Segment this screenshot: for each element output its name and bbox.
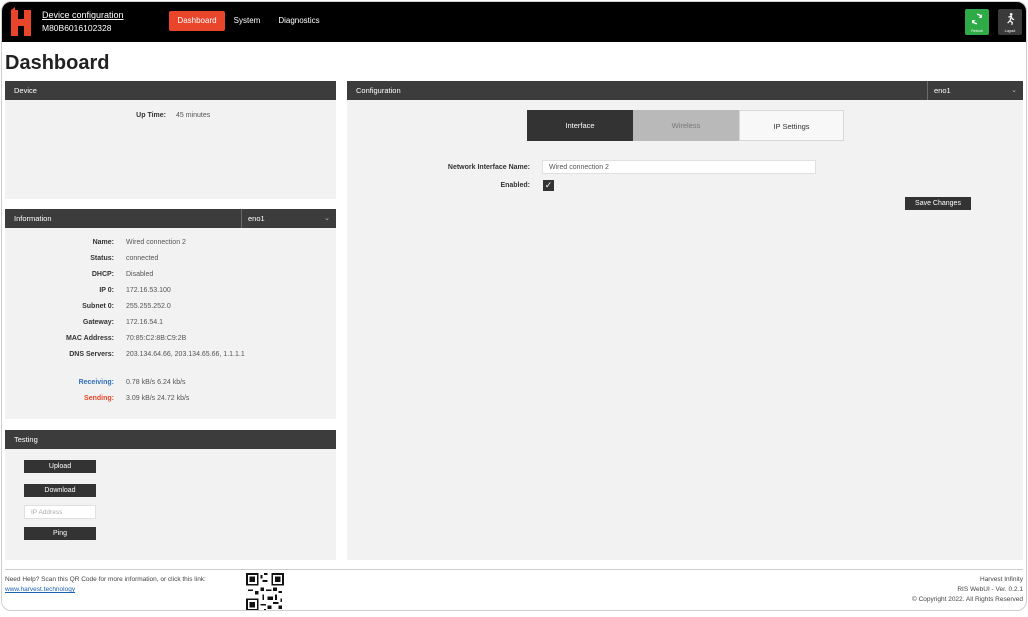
configuration-interface-value: eno1 — [934, 86, 951, 95]
info-value-gateway: 172.16.54.1 — [126, 319, 163, 326]
info-value-mac: 70:85:C2:8B:C9:2B — [126, 335, 187, 342]
tab-wireless[interactable]: Wireless — [633, 110, 739, 141]
reboot-label: Reboot — [971, 29, 983, 33]
device-serial: M80B6016102328 — [42, 23, 112, 33]
harvest-logo-icon — [11, 7, 31, 36]
nav-system[interactable]: System — [230, 11, 264, 31]
version-text: RIS WebUI - Ver. 0.2.1 — [957, 586, 1023, 593]
network-interface-name-input[interactable]: Wired connection 2 — [542, 160, 816, 174]
logout-label: Logout — [1004, 29, 1016, 33]
network-interface-name-label: Network Interface Name: — [447, 164, 530, 171]
uptime-label: Up Time: — [136, 112, 166, 119]
testing-panel-heading: Testing — [5, 430, 336, 449]
page-title: Dashboard — [5, 52, 110, 74]
information-interface-select[interactable]: eno1 ⌄ — [241, 209, 336, 228]
info-label-status: Status: — [90, 255, 114, 262]
footer-info: Harvest Infinity RIS WebUI - Ver. 0.2.1 … — [912, 575, 1023, 605]
info-value-status: connected — [126, 255, 159, 262]
logout-button[interactable]: Logout — [998, 9, 1022, 35]
checkmark-icon: ✓ — [544, 180, 553, 190]
qr-code-icon — [246, 573, 284, 610]
info-label-dns: DNS Servers: — [69, 351, 114, 358]
info-value-dhcp: Disabled — [126, 271, 154, 278]
footer-help: Need Help? Scan this QR Code for more in… — [5, 575, 206, 595]
copyright-text: © Copyright 2022. All Rights Reserved — [911, 596, 1023, 603]
chevron-down-icon: ⌄ — [1011, 87, 1017, 94]
configuration-panel: Configuration eno1 ⌄ — [347, 81, 1023, 560]
info-label-mac: MAC Address: — [66, 335, 114, 342]
configuration-panel-heading: Configuration — [347, 81, 927, 100]
receiving-label: Receiving: — [78, 379, 114, 386]
information-interface-value: eno1 — [248, 214, 265, 223]
nav-dashboard[interactable]: Dashboard — [169, 11, 225, 31]
sending-label: Sending: — [84, 395, 114, 402]
configuration-interface-select[interactable]: eno1 ⌄ — [927, 81, 1023, 100]
device-panel-heading: Device — [5, 81, 336, 100]
uptime-value: 45 minutes — [176, 112, 211, 119]
nav-diagnostics[interactable]: Diagnostics — [274, 11, 324, 31]
top-bar: Device configuration M80B6016102328 Dash… — [2, 2, 1026, 42]
info-label-ip: IP 0: — [99, 287, 114, 294]
tab-interface[interactable]: Interface — [527, 110, 633, 141]
ping-button[interactable]: Ping — [24, 527, 96, 540]
footer-divider — [5, 569, 1023, 570]
company-name: Harvest Infinity — [980, 576, 1023, 583]
help-text: Need Help? Scan this QR Code for more in… — [5, 576, 206, 583]
ip-address-input[interactable]: IP Address — [24, 505, 96, 519]
app-frame: Device configuration M80B6016102328 Dash… — [1, 1, 1027, 611]
info-value-ip: 172.16.53.100 — [126, 287, 171, 294]
info-value-dns: 203.134.64.66, 203.134.65.66, 1.1.1.1 — [126, 351, 245, 358]
info-label-subnet: Subnet 0: — [82, 303, 114, 310]
information-panel-heading: Information — [5, 209, 241, 228]
receiving-value: 0.78 kB/s 6.24 kb/s — [126, 379, 186, 386]
running-man-icon — [1007, 13, 1015, 25]
enabled-checkbox[interactable]: ✓ — [543, 180, 554, 191]
refresh-icon — [971, 13, 983, 25]
sending-value: 3.09 kB/s 24.72 kb/s — [126, 395, 190, 402]
upload-button[interactable]: Upload — [24, 460, 96, 473]
info-value-name: Wired connection 2 — [126, 239, 186, 246]
download-button[interactable]: Download — [24, 484, 96, 497]
save-changes-button[interactable]: Save Changes — [905, 197, 971, 210]
reboot-button[interactable]: Reboot — [965, 9, 989, 35]
device-configuration-link[interactable]: Device configuration — [42, 10, 124, 20]
chevron-down-icon: ⌄ — [324, 215, 330, 222]
device-panel: Device Up Time: 45 minutes — [5, 81, 336, 199]
enabled-label: Enabled: — [500, 182, 530, 189]
info-value-subnet: 255.255.252.0 — [126, 303, 171, 310]
info-label-gateway: Gateway: — [82, 319, 114, 326]
harvest-link[interactable]: www.harvest.technology — [5, 586, 75, 593]
tab-ip-settings[interactable]: IP Settings — [739, 110, 844, 141]
info-label-name: Name: — [92, 239, 114, 246]
information-panel: Information eno1 ⌄ Name: Wired connectio… — [5, 209, 336, 419]
info-label-dhcp: DHCP: — [91, 271, 114, 278]
